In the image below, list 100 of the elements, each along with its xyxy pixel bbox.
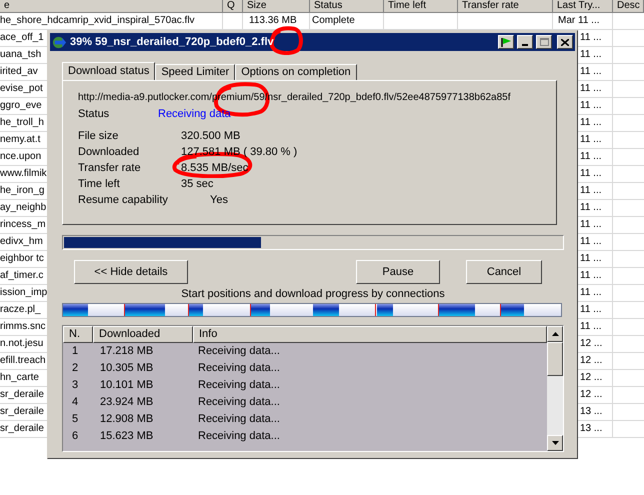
detail-value: 35 sec bbox=[181, 177, 214, 192]
last-try-date: 11 ... bbox=[580, 133, 602, 147]
scroll-down-button[interactable] bbox=[547, 435, 563, 451]
file-name: he_iron_g bbox=[0, 185, 44, 196]
table-cell-text: 5 bbox=[71, 412, 80, 427]
file-name: hn_carte bbox=[0, 372, 39, 383]
tab[interactable]: Speed Limiter bbox=[155, 64, 236, 80]
detail-label: Downloaded bbox=[78, 145, 140, 160]
minimize-button[interactable] bbox=[517, 35, 533, 49]
pause-button[interactable]: Pause bbox=[356, 260, 440, 284]
status-value: Receiving data bbox=[158, 107, 231, 122]
close-button[interactable] bbox=[557, 35, 573, 49]
file-name: ace_off_1 bbox=[0, 32, 44, 43]
table-cell-text: Receiving data... bbox=[197, 378, 280, 393]
file-name: he_troll_h bbox=[0, 117, 44, 128]
table-cell-text: Receiving data... bbox=[197, 412, 280, 427]
table-cell-text: 23.924 MB bbox=[99, 395, 154, 410]
file-name: sr_deraile bbox=[0, 423, 44, 434]
status-label: Status bbox=[78, 107, 110, 122]
column-header[interactable]: Q bbox=[223, 0, 243, 13]
start-button[interactable] bbox=[498, 35, 514, 49]
file-name: irited_av bbox=[0, 66, 38, 77]
file-name: efill.treach bbox=[0, 355, 46, 366]
last-try-date: 12 ... bbox=[580, 388, 602, 402]
scroll-up-button[interactable] bbox=[547, 326, 563, 342]
last-try-date: 11 ... bbox=[580, 320, 602, 334]
file-name: rincess_m bbox=[0, 219, 46, 230]
column-header[interactable]: N. bbox=[63, 326, 93, 343]
detail-value: 8.535 MB/sec bbox=[181, 161, 248, 176]
table-cell-text: 1 bbox=[71, 344, 80, 359]
tab[interactable]: Download status bbox=[62, 62, 156, 80]
last-try-date: 13 ... bbox=[580, 405, 602, 419]
scroll-thumb[interactable] bbox=[547, 342, 563, 376]
tab[interactable]: Options on completion bbox=[235, 64, 357, 80]
last-try-date: 11 ... bbox=[580, 201, 602, 215]
last-try-date: 11 ... bbox=[580, 167, 602, 181]
column-header[interactable]: Status bbox=[310, 0, 384, 13]
column-header[interactable]: Desc bbox=[613, 0, 644, 13]
cancel-button[interactable]: Cancel bbox=[466, 260, 542, 284]
last-try-date: Mar 11 ... bbox=[558, 14, 600, 28]
last-try-date: 11 ... bbox=[580, 303, 602, 317]
last-try-date: 11 ... bbox=[580, 116, 602, 130]
last-try-date: 11 ... bbox=[580, 48, 602, 62]
table-cell-text: Receiving data... bbox=[197, 344, 280, 359]
table-cell-text: 15.623 MB bbox=[99, 429, 154, 444]
column-header[interactable]: Info bbox=[193, 326, 547, 343]
file-status: Complete bbox=[312, 15, 355, 26]
file-name: evise_pot bbox=[0, 83, 43, 94]
file-name: racze.pl_ bbox=[0, 304, 41, 315]
table-cell-text: 3 bbox=[71, 378, 80, 393]
last-try-date: 12 ... bbox=[580, 337, 602, 351]
connections-caption: Start positions and download progress by connections bbox=[181, 287, 445, 301]
column-header[interactable]: Downloaded bbox=[93, 326, 193, 343]
file-name: uana_tsh bbox=[0, 49, 42, 60]
column-header[interactable]: Transfer rate bbox=[458, 0, 553, 13]
last-try-date: 11 ... bbox=[580, 235, 602, 249]
detail-label: File size bbox=[78, 129, 120, 144]
table-cell-text: 10.305 MB bbox=[99, 361, 154, 376]
detail-label: Resume capability bbox=[78, 193, 169, 208]
last-try-date: 11 ... bbox=[580, 184, 602, 198]
maximize-button[interactable] bbox=[536, 35, 552, 49]
file-size: 113.36 MB bbox=[249, 15, 297, 26]
last-try-date: 11 ... bbox=[580, 99, 602, 113]
up-arrow-icon bbox=[552, 332, 558, 336]
last-try-date: 12 ... bbox=[580, 371, 602, 385]
file-name: ay_neighb bbox=[0, 202, 46, 213]
file-name: he_shore_hdcamrip_xvid_inspiral_570ac.flv bbox=[0, 15, 195, 26]
detail-value: 320.500 MB bbox=[181, 129, 240, 144]
table-cell-text: 6 bbox=[71, 429, 80, 444]
scrollbar[interactable] bbox=[547, 326, 563, 451]
file-name: sr_deraile bbox=[0, 406, 44, 417]
last-try-date: 12 ... bbox=[580, 354, 602, 368]
column-header[interactable]: e bbox=[0, 0, 223, 13]
last-try-date: 11 ... bbox=[580, 286, 602, 300]
table-cell-text: 2 bbox=[71, 361, 80, 376]
last-try-date: 11 ... bbox=[580, 65, 602, 79]
globe-arrow-icon bbox=[52, 34, 67, 50]
last-try-date: 11 ... bbox=[580, 31, 602, 45]
detail-label: Time left bbox=[78, 177, 121, 192]
file-name: sr_deraile bbox=[0, 389, 44, 400]
detail-label: Transfer rate bbox=[78, 161, 142, 176]
flag-icon bbox=[501, 38, 511, 46]
file-name: ission_imp bbox=[0, 287, 48, 298]
table-cell-text: 17.218 MB bbox=[99, 344, 154, 359]
file-name: edivx_hm bbox=[0, 236, 43, 247]
last-try-date: 11 ... bbox=[580, 82, 602, 96]
file-name: af_timer.c bbox=[0, 270, 44, 281]
table-cell-text: Receiving data... bbox=[197, 395, 280, 410]
file-name: nce.upon bbox=[0, 151, 42, 162]
table-cell-text: 4 bbox=[71, 395, 80, 410]
file-name: www.filmik bbox=[0, 168, 47, 179]
column-header[interactable]: Size bbox=[243, 0, 310, 13]
last-try-date: 11 ... bbox=[580, 218, 602, 232]
column-header[interactable]: Time left bbox=[384, 0, 458, 13]
last-try-date: 13 ... bbox=[580, 422, 602, 436]
table-cell-text: Receiving data... bbox=[197, 429, 280, 444]
file-name: ggro_eve bbox=[0, 100, 42, 111]
detail-value: Yes bbox=[209, 193, 228, 208]
hide-details-button[interactable]: << Hide details bbox=[74, 260, 188, 284]
column-header[interactable]: Last Try... bbox=[553, 0, 613, 13]
